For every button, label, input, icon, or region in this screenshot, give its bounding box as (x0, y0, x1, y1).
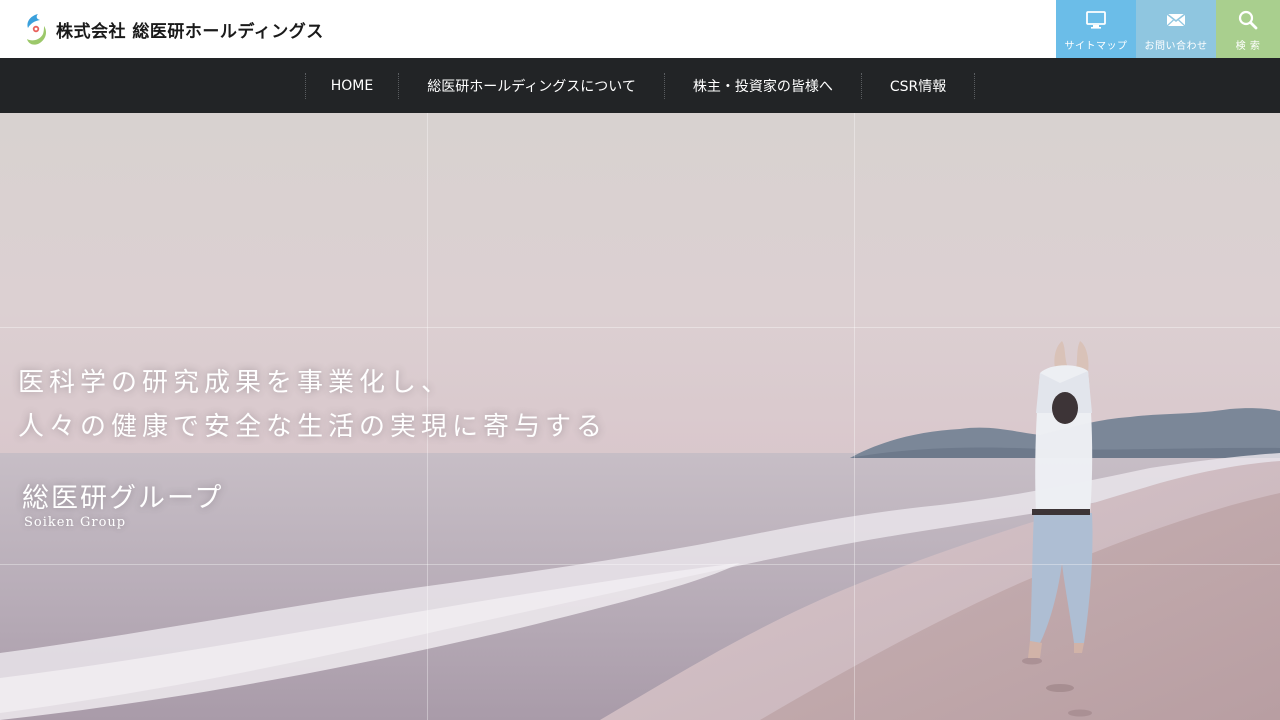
catch-line-1: 医科学の研究成果を事業化し、 (18, 368, 453, 398)
nav-list: HOME 総医研ホールディングスについて 株主・投資家の皆様へ CSR情報 (304, 72, 976, 99)
contact-button[interactable]: お問い合わせ (1136, 0, 1216, 58)
nav-item-investors[interactable]: 株主・投資家の皆様へ (665, 72, 862, 99)
site-header: 株式会社 総医研ホールディングス サイトマップ お問い合わせ 検 索 (0, 0, 1280, 58)
contact-label: お問い合わせ (1144, 41, 1208, 52)
grid-line-vertical (854, 113, 855, 720)
nav-item-csr[interactable]: CSR情報 (862, 72, 976, 99)
search-button[interactable]: 検 索 (1216, 0, 1280, 58)
grid-line-horizontal (0, 564, 1280, 565)
global-nav: HOME 総医研ホールディングスについて 株主・投資家の皆様へ CSR情報 (0, 58, 1280, 113)
search-icon (1238, 10, 1258, 30)
mail-icon (1166, 13, 1186, 27)
company-name: 株式会社 総医研ホールディングス (56, 21, 324, 42)
grid-line-horizontal (0, 327, 1280, 328)
hero-catchphrase: 医科学の研究成果を事業化し、 人々の健康で安全な生活の実現に寄与する (18, 361, 607, 449)
logo-mark-icon (24, 12, 50, 46)
nav-item-home[interactable]: HOME (306, 72, 400, 99)
group-name-en: Soiken Group (24, 515, 127, 530)
monitor-icon (1086, 11, 1106, 29)
company-logo[interactable]: 株式会社 総医研ホールディングス (24, 12, 324, 46)
nav-item-about[interactable]: 総医研ホールディングスについて (399, 72, 665, 99)
catch-line-2: 人々の健康で安全な生活の実現に寄与する (18, 412, 608, 442)
sitemap-label: サイトマップ (1064, 41, 1128, 52)
sitemap-button[interactable]: サイトマップ (1056, 0, 1136, 58)
hero-slider: 医科学の研究成果を事業化し、 人々の健康で安全な生活の実現に寄与する 総医研グル… (0, 113, 1280, 720)
search-label: 検 索 (1235, 41, 1261, 52)
group-name: 総医研グループ (22, 483, 224, 514)
